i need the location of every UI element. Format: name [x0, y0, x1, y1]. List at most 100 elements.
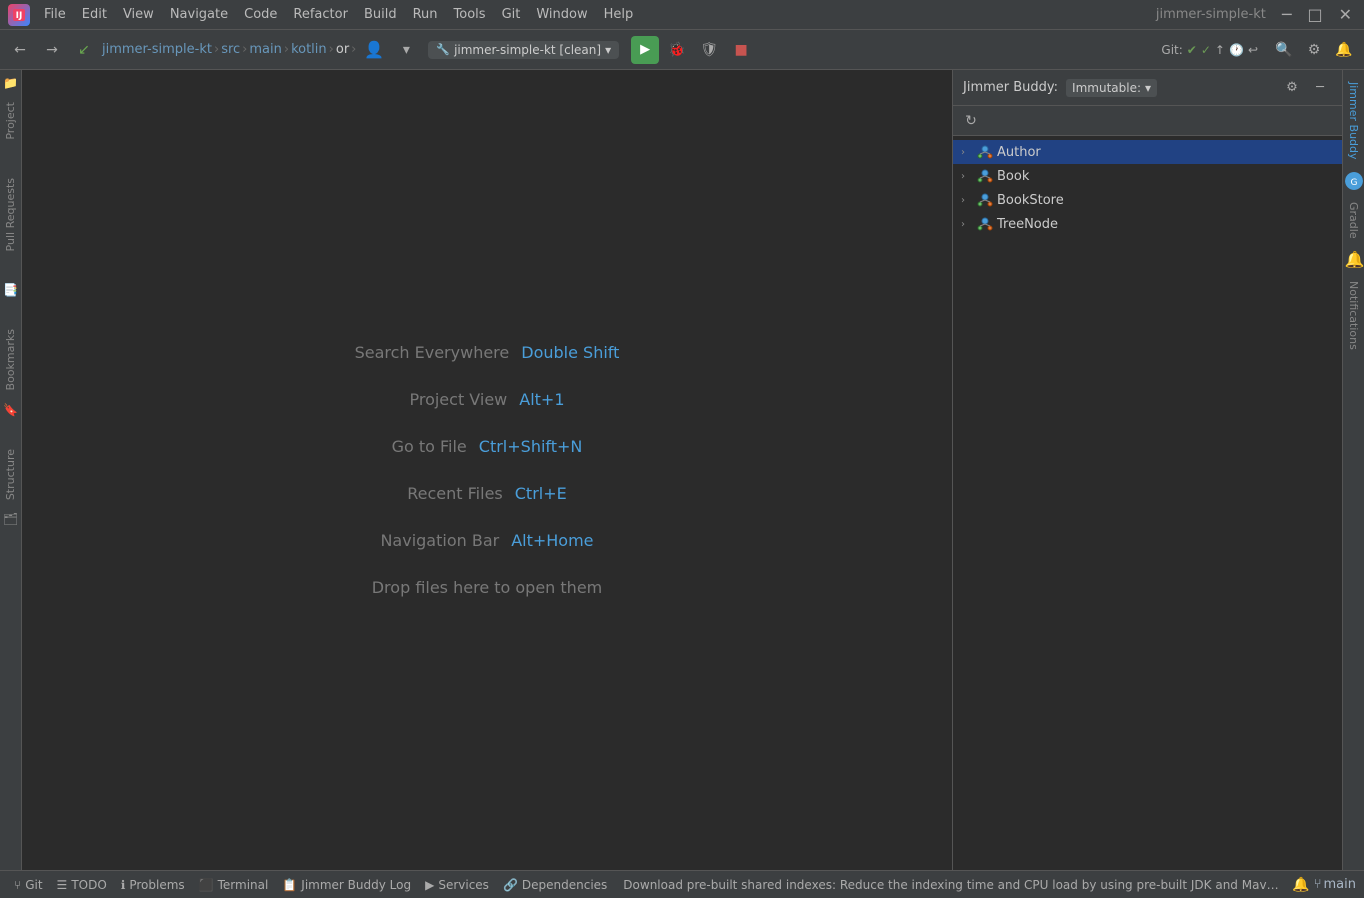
menu-view[interactable]: View [117, 5, 160, 24]
status-bar: ⑂ Git ☰ TODO ℹ Problems ⬛ Terminal 📋 Jim… [0, 870, 1364, 898]
hint-search-key: Double Shift [521, 343, 619, 362]
recent-files-button[interactable]: ↙ [70, 36, 98, 64]
menu-navigate[interactable]: Navigate [164, 5, 234, 24]
hint-recent-text: Recent Files [407, 484, 503, 503]
profile-button[interactable]: 👤 [360, 36, 388, 64]
menu-refactor[interactable]: Refactor [287, 5, 354, 24]
status-message-text: Download pre-built shared indexes: Reduc… [623, 878, 1290, 892]
svg-text:IJ: IJ [16, 11, 23, 21]
panel-settings-button[interactable]: ⚙ [1280, 76, 1304, 100]
todo-icon: ☰ [57, 878, 68, 892]
right-side-tabs: Jimmer Buddy G Gradle 🔔 Notifications [1342, 70, 1364, 870]
entity-icon-bookstore [977, 192, 993, 208]
entity-tree: › Author › [953, 136, 1342, 870]
tree-item-book[interactable]: › Book [953, 164, 1342, 188]
hint-goto-file: Go to File Ctrl+Shift+N [392, 437, 583, 456]
forward-button[interactable]: → [38, 36, 66, 64]
sidebar-item-project[interactable]: Project [2, 94, 19, 148]
hint-recent: Recent Files Ctrl+E [407, 484, 566, 503]
menu-edit[interactable]: Edit [76, 5, 113, 24]
nav-extra-button[interactable]: ▾ [392, 36, 420, 64]
breadcrumb-main[interactable]: main [249, 42, 281, 57]
tree-arrow-book: › [961, 171, 973, 182]
coverage-button[interactable]: 🛡 [695, 36, 723, 64]
left-icon-2[interactable]: 📑 [2, 281, 20, 299]
notification-bell-icon[interactable]: 🔔 [1345, 250, 1363, 269]
branch-selector[interactable]: 🔧 jimmer-simple-kt [clean] ▾ [428, 41, 619, 59]
status-git-label: Git [25, 878, 42, 892]
panel-type-dropdown[interactable]: Immutable: ▾ [1066, 79, 1157, 97]
right-tab-gradle[interactable]: Gradle [1345, 194, 1362, 247]
breadcrumb-src[interactable]: src [221, 42, 240, 57]
status-dependencies[interactable]: 🔗 Dependencies [497, 871, 613, 898]
minimize-button[interactable]: ─ [1278, 5, 1296, 24]
status-todo[interactable]: ☰ TODO [51, 871, 113, 898]
sidebar-item-bookmarks[interactable]: Bookmarks [2, 321, 19, 398]
menu-help[interactable]: Help [598, 5, 640, 24]
right-tab-notifications[interactable]: Notifications [1345, 273, 1362, 358]
tree-item-treenode[interactable]: › TreeNode [953, 212, 1342, 236]
left-top-icon[interactable]: 📁 [2, 74, 20, 92]
menu-bar: IJ File Edit View Navigate Code Refactor… [0, 0, 1364, 30]
status-problems[interactable]: ℹ Problems [115, 871, 191, 898]
hint-search-text: Search Everywhere [355, 343, 510, 362]
panel-header-icons: ⚙ ─ [1280, 76, 1332, 100]
status-dependencies-label: Dependencies [522, 878, 607, 892]
git-status-bar: Git: ✔ ✓ ↑ 🕐 ↩ [1161, 43, 1258, 57]
settings-button[interactable]: ⚙ [1300, 36, 1328, 64]
tree-arrow-treenode: › [961, 219, 973, 230]
dependencies-icon: 🔗 [503, 878, 518, 892]
status-branch[interactable]: ⑂ main [1314, 877, 1356, 892]
status-right: 🔔 ⑂ main [1292, 877, 1356, 893]
notifications-button[interactable]: 🔔 [1330, 36, 1358, 64]
stop-button[interactable]: ■ [727, 36, 755, 64]
sidebar-item-pull-requests[interactable]: Pull Requests [2, 170, 19, 259]
git-check-icon[interactable]: ✓ [1201, 43, 1211, 57]
refresh-button[interactable]: ↻ [959, 109, 983, 133]
status-terminal[interactable]: ⬛ Terminal [193, 871, 275, 898]
gradle-icon: G [1345, 172, 1363, 190]
left-side-panel: 📁 Project Pull Requests 📑 Bookmarks 🔖 St… [0, 70, 22, 870]
search-everywhere-button[interactable]: 🔍 [1270, 36, 1298, 64]
status-git[interactable]: ⑂ Git [8, 871, 49, 898]
run-button[interactable]: ▶ [631, 36, 659, 64]
right-tab-jimmer[interactable]: Jimmer Buddy [1345, 74, 1362, 168]
sidebar-item-structure[interactable]: Structure [2, 441, 19, 508]
breadcrumb-project[interactable]: jimmer-simple-kt [102, 42, 212, 57]
git-history-icon[interactable]: 🕐 [1229, 43, 1244, 57]
main-layout: 📁 Project Pull Requests 📑 Bookmarks 🔖 St… [0, 70, 1364, 870]
right-panel: Jimmer Buddy: Immutable: ▾ ⚙ ─ ↻ › [952, 70, 1342, 870]
close-button[interactable]: ✕ [1335, 5, 1356, 24]
window-controls: ─ □ ✕ [1278, 5, 1356, 24]
menu-window[interactable]: Window [530, 5, 593, 24]
menu-code[interactable]: Code [238, 5, 283, 24]
status-jimmer-log[interactable]: 📋 Jimmer Buddy Log [276, 871, 417, 898]
bookmark-icon[interactable]: 🔖 [2, 401, 20, 419]
menu-file[interactable]: File [38, 5, 72, 24]
git-push-icon[interactable]: ✔ [1187, 43, 1197, 57]
menu-git[interactable]: Git [496, 5, 527, 24]
menu-build[interactable]: Build [358, 5, 403, 24]
status-notification-icon[interactable]: 🔔 [1292, 877, 1309, 893]
panel-minimize-button[interactable]: ─ [1308, 76, 1332, 100]
editor-area[interactable]: Search Everywhere Double Shift Project V… [22, 70, 952, 870]
hint-project-text: Project View [409, 390, 507, 409]
tree-item-author[interactable]: › Author [953, 140, 1342, 164]
debug-button[interactable]: 🐞 [663, 36, 691, 64]
menu-tools[interactable]: Tools [448, 5, 492, 24]
maximize-button[interactable]: □ [1303, 5, 1326, 24]
status-services[interactable]: ▶ Services [419, 871, 495, 898]
git-status-icon: ⑂ [14, 878, 21, 892]
git-undo-icon[interactable]: ↩ [1248, 43, 1258, 57]
status-jimmer-log-label: Jimmer Buddy Log [301, 878, 411, 892]
entity-icon-treenode [977, 216, 993, 232]
git-branch-icon[interactable]: ↑ [1215, 43, 1225, 57]
back-button[interactable]: ← [6, 36, 34, 64]
right-panel-header: Jimmer Buddy: Immutable: ▾ ⚙ ─ [953, 70, 1342, 106]
tree-item-bookstore[interactable]: › BookStore [953, 188, 1342, 212]
menu-run[interactable]: Run [407, 5, 444, 24]
status-services-label: Services [438, 878, 489, 892]
hint-goto-text: Go to File [392, 437, 467, 456]
structure-icon[interactable]: 🗂 [2, 510, 20, 528]
breadcrumb-kotlin[interactable]: kotlin [291, 42, 327, 57]
